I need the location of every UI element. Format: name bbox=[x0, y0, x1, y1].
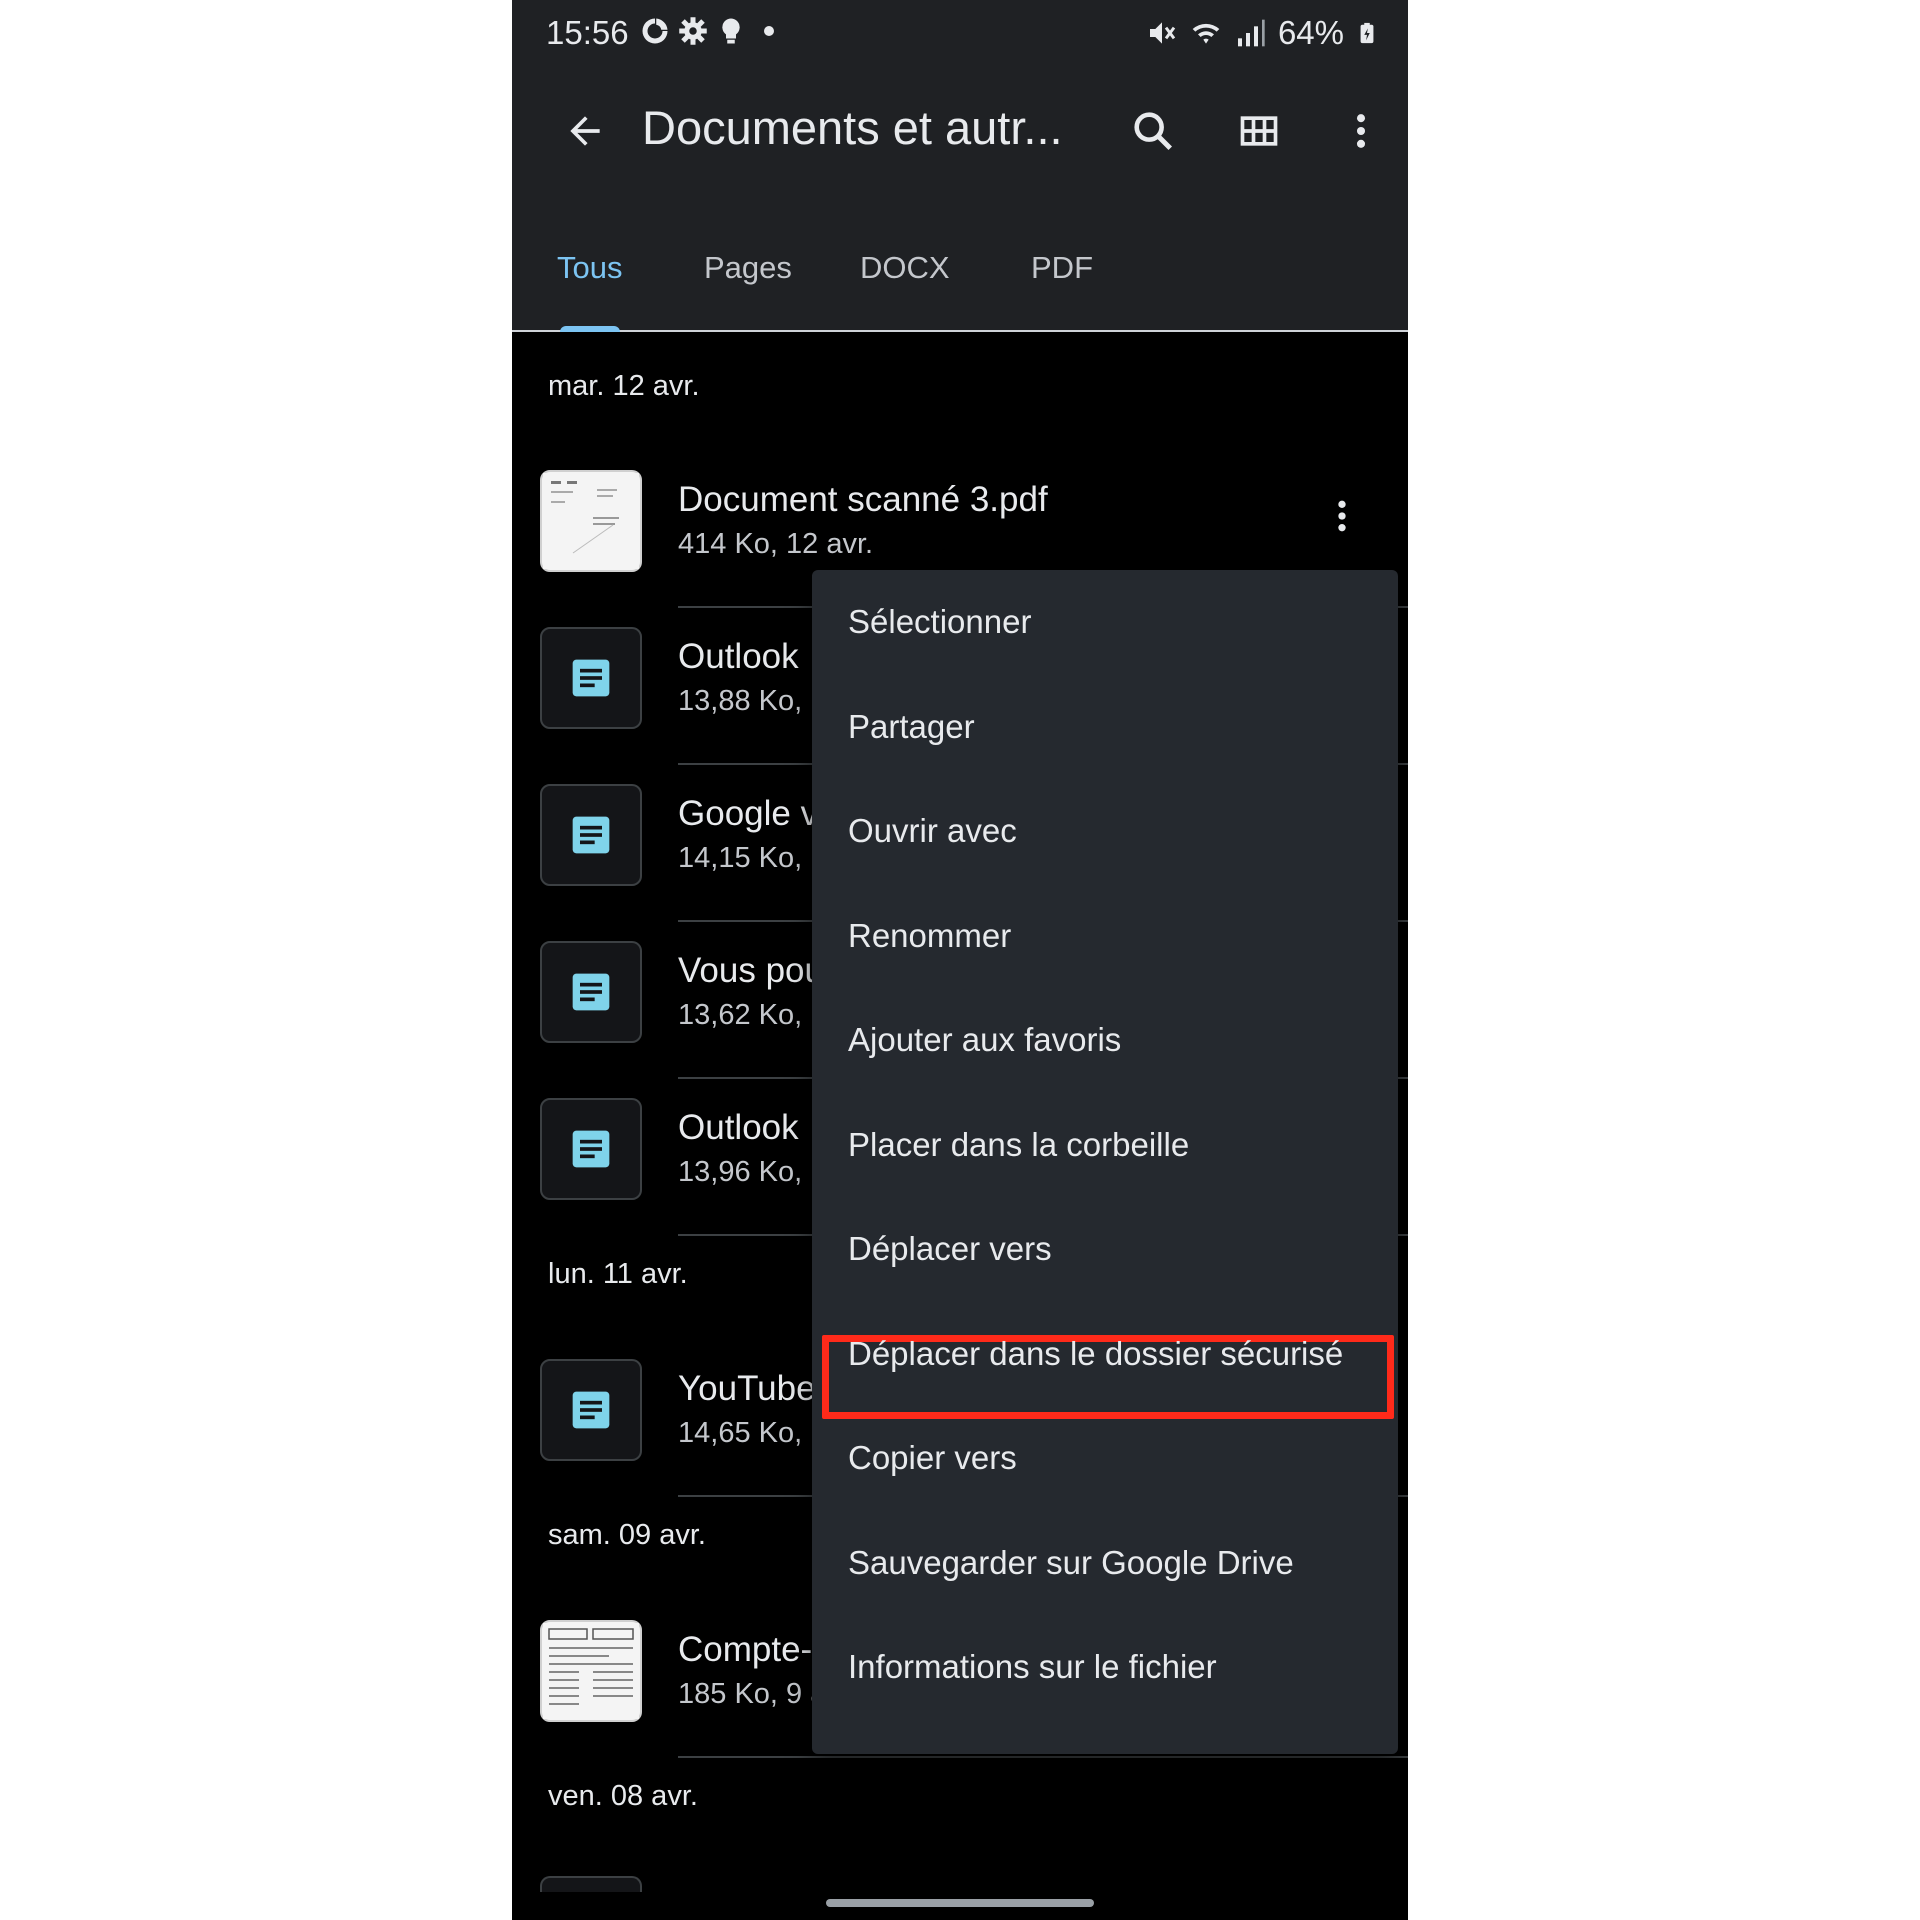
tab-pages[interactable]: Pages bbox=[704, 250, 792, 286]
doc-thumbnail bbox=[540, 627, 642, 729]
menu-item-open-with[interactable]: Ouvrir avec bbox=[812, 779, 1398, 883]
settings-icon bbox=[679, 17, 707, 45]
file-more-button[interactable] bbox=[1314, 488, 1370, 544]
page-title: Documents et autr... bbox=[642, 101, 1063, 154]
file-name: YouTube bbox=[678, 1369, 816, 1408]
file-name: Google v bbox=[678, 794, 819, 833]
menu-item-rename[interactable]: Renommer bbox=[812, 884, 1398, 988]
grid-view-icon bbox=[1240, 116, 1278, 146]
pdf-preview-icon bbox=[543, 473, 639, 569]
menu-item-trash[interactable]: Placer dans la corbeille bbox=[812, 1093, 1398, 1197]
menu-item-copy-to[interactable]: Copier vers bbox=[812, 1406, 1398, 1510]
date-header: sam. 09 avr. bbox=[548, 1519, 706, 1551]
data-saver-icon bbox=[642, 18, 668, 44]
file-meta: 185 Ko, 9 a bbox=[678, 1678, 827, 1710]
doc-icon bbox=[572, 1130, 610, 1168]
more-vert-icon bbox=[1338, 500, 1346, 532]
doc-thumbnail bbox=[540, 784, 642, 886]
wifi-icon bbox=[1192, 23, 1220, 44]
doc-thumbnail bbox=[540, 941, 642, 1043]
menu-item-add-favorites[interactable]: Ajouter aux favoris bbox=[812, 988, 1398, 1092]
row-divider bbox=[678, 1756, 1408, 1758]
battery-icon bbox=[1360, 22, 1374, 44]
table-thumbnail bbox=[540, 1620, 642, 1722]
back-button[interactable] bbox=[550, 96, 620, 166]
file-meta: 414 Ko, 12 avr. bbox=[678, 528, 874, 560]
file-meta: 13,96 Ko, 1 bbox=[678, 1156, 827, 1188]
tab-bar: Tous Pages DOCX PDF bbox=[512, 236, 1408, 332]
menu-item-move-to[interactable]: Déplacer vers bbox=[812, 1197, 1398, 1301]
search-button[interactable] bbox=[1118, 96, 1188, 166]
doc-icon bbox=[572, 1391, 610, 1429]
status-time: 15:56 bbox=[546, 14, 629, 51]
file-name: Document scanné 3.pdf bbox=[678, 480, 1048, 519]
table-preview-icon bbox=[543, 1623, 639, 1719]
tab-docx[interactable]: DOCX bbox=[860, 250, 950, 286]
doc-thumbnail bbox=[540, 1098, 642, 1200]
mute-icon bbox=[1149, 22, 1176, 44]
context-menu: Sélectionner Partager Ouvrir avec Renomm… bbox=[812, 570, 1398, 1754]
date-header: mar. 12 avr. bbox=[548, 370, 700, 402]
menu-item-backup-drive[interactable]: Sauvegarder sur Google Drive bbox=[812, 1511, 1398, 1615]
file-name: Compte- bbox=[678, 1630, 813, 1669]
tab-tous[interactable]: Tous bbox=[557, 250, 622, 286]
file-name: Outlook bbox=[678, 1108, 799, 1147]
file-name: Outlook bbox=[678, 637, 799, 676]
more-options-button[interactable] bbox=[1326, 96, 1396, 166]
lightbulb-icon bbox=[722, 18, 740, 44]
file-meta: 14,15 Ko, 1 bbox=[678, 842, 827, 874]
app-bar: Documents et autr... Tous Pages DOCX PDF bbox=[512, 66, 1408, 332]
dot-icon bbox=[764, 26, 774, 36]
file-name: Vous pou bbox=[678, 951, 824, 990]
file-meta: 13,88 Ko, 1 bbox=[678, 685, 827, 717]
doc-icon bbox=[572, 973, 610, 1011]
menu-item-share[interactable]: Partager bbox=[812, 675, 1398, 779]
menu-item-select[interactable]: Sélectionner bbox=[812, 570, 1398, 674]
grid-view-button[interactable] bbox=[1224, 96, 1294, 166]
phone-screen: 15:56 64% Documents et autr... Tous Page… bbox=[512, 0, 1408, 1920]
pdf-thumbnail bbox=[540, 470, 642, 572]
status-bar: 15:56 64% bbox=[512, 0, 1408, 66]
date-header: lun. 11 avr. bbox=[548, 1258, 688, 1290]
status-right: 64% bbox=[1146, 14, 1378, 52]
menu-item-file-info[interactable]: Informations sur le fichier bbox=[812, 1615, 1398, 1719]
search-icon bbox=[1134, 112, 1173, 151]
tab-pdf[interactable]: PDF bbox=[1031, 250, 1093, 286]
back-arrow-icon bbox=[570, 116, 600, 146]
home-indicator[interactable] bbox=[826, 1899, 1094, 1907]
doc-thumbnail bbox=[540, 1359, 642, 1461]
doc-icon bbox=[572, 816, 610, 854]
file-meta: 13,62 Ko, 1 bbox=[678, 999, 827, 1031]
doc-icon bbox=[572, 659, 610, 697]
date-header: ven. 08 avr. bbox=[548, 1780, 698, 1812]
battery-level: 64% bbox=[1277, 14, 1344, 51]
doc-thumbnail-partial bbox=[540, 1876, 642, 1892]
file-meta: 14,65 Ko, bbox=[678, 1417, 803, 1449]
signal-icon bbox=[1237, 19, 1265, 47]
menu-item-move-to-safe-folder[interactable]: Déplacer dans le dossier sécurisé bbox=[812, 1302, 1398, 1406]
more-vert-icon bbox=[1356, 114, 1366, 148]
